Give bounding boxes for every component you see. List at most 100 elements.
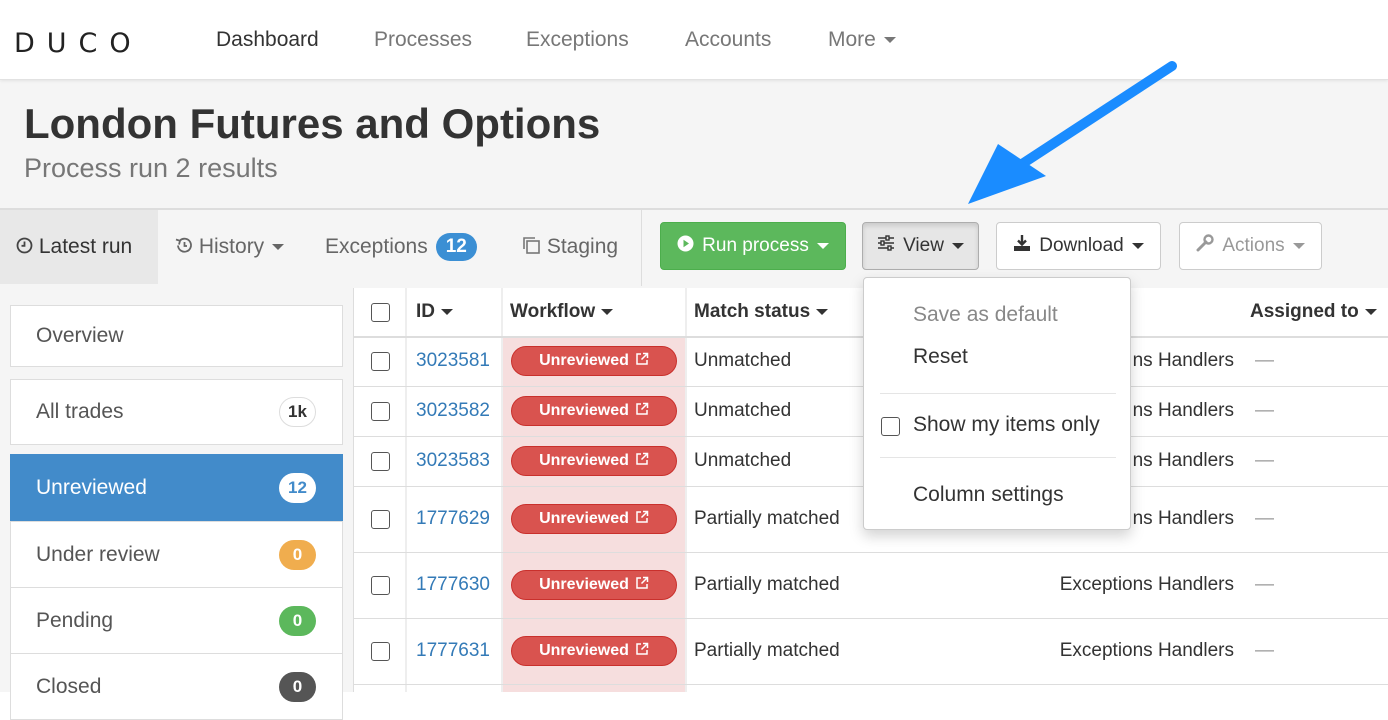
chevron-down-icon bbox=[1131, 243, 1144, 249]
sidebar-item-label: All trades bbox=[36, 400, 124, 423]
nav-accounts[interactable]: Accounts bbox=[685, 28, 771, 52]
sidebar: Overview All trades 1k Unreviewed 12 Und… bbox=[0, 288, 353, 720]
sidebar-item-label: Unreviewed bbox=[36, 476, 147, 499]
assigned-to-value: — bbox=[1255, 400, 1274, 421]
workflow-badge[interactable]: Unreviewed bbox=[511, 504, 677, 534]
row-checkbox[interactable] bbox=[371, 402, 390, 421]
sidebar-item-overview[interactable]: Overview bbox=[10, 305, 343, 367]
assigned-to-value: — bbox=[1255, 450, 1274, 471]
annotation-arrow-icon bbox=[968, 61, 1177, 204]
run-process-label: Run process bbox=[702, 235, 809, 256]
clock-icon bbox=[16, 235, 39, 258]
nav-more[interactable]: More bbox=[828, 28, 896, 52]
nav-exceptions[interactable]: Exceptions bbox=[526, 28, 629, 52]
tab-latest-run[interactable]: Latest run bbox=[0, 210, 158, 284]
column-header-id[interactable]: ID bbox=[416, 288, 453, 336]
row-id-link[interactable]: 3023583 bbox=[416, 450, 490, 472]
menu-item-show-my-items-only[interactable]: Show my items only bbox=[913, 413, 1100, 437]
assigned-team: ns Handlers bbox=[1132, 508, 1234, 529]
count-badge: 1k bbox=[279, 397, 316, 427]
workflow-badge-label: Unreviewed bbox=[539, 402, 629, 419]
actions-button[interactable]: Actions bbox=[1179, 222, 1322, 270]
count-badge: 12 bbox=[279, 473, 316, 503]
sidebar-item-pending[interactable]: Pending 0 bbox=[10, 587, 343, 654]
column-header-match-status[interactable]: Match status bbox=[694, 288, 829, 336]
row-checkbox[interactable] bbox=[371, 510, 390, 529]
match-status: Unmatched bbox=[694, 450, 792, 471]
column-header-label: ID bbox=[416, 301, 435, 322]
duco-logo[interactable]: DUCO bbox=[14, 28, 143, 59]
external-link-icon bbox=[635, 352, 649, 371]
count-badge: 0 bbox=[279, 671, 316, 702]
external-link-icon bbox=[635, 452, 649, 471]
tab-staging-label: Staging bbox=[546, 235, 619, 258]
match-status: Partially matched bbox=[694, 574, 840, 595]
sidebar-item-under-review[interactable]: Under review 0 bbox=[10, 521, 343, 588]
column-header-workflow[interactable]: Workflow bbox=[510, 288, 614, 336]
copy-icon bbox=[521, 235, 547, 258]
workflow-badge[interactable]: Unreviewed bbox=[511, 346, 677, 376]
menu-item-column-settings[interactable]: Column settings bbox=[913, 483, 1064, 507]
row-id-link[interactable]: 3023581 bbox=[416, 350, 490, 372]
sidebar-item-closed[interactable]: Closed 0 bbox=[10, 653, 343, 720]
menu-item-save-as-default[interactable]: Save as default bbox=[913, 303, 1058, 327]
assigned-team: ns Handlers bbox=[1132, 450, 1234, 471]
workflow-badge[interactable]: Unreviewed bbox=[511, 446, 677, 476]
page-title: London Futures and Options bbox=[24, 100, 601, 147]
nav-more-label: More bbox=[828, 28, 876, 51]
assigned-to-value: — bbox=[1255, 350, 1274, 371]
tab-exceptions[interactable]: Exceptions 12 bbox=[311, 210, 491, 284]
workflow-badge[interactable]: Unreviewed bbox=[511, 396, 677, 426]
row-id-link[interactable]: 1777631 bbox=[416, 640, 490, 662]
actions-label: Actions bbox=[1222, 235, 1285, 256]
select-all-checkbox[interactable] bbox=[371, 303, 390, 322]
chevron-down-icon bbox=[1292, 243, 1305, 249]
count-badge: 0 bbox=[279, 605, 316, 636]
nav-dashboard[interactable]: Dashboard bbox=[216, 28, 319, 52]
assigned-team: Exceptions Handlers bbox=[1059, 574, 1234, 595]
run-process-button[interactable]: Run process bbox=[660, 222, 846, 270]
column-header-label: Match status bbox=[694, 301, 811, 322]
chevron-down-icon bbox=[601, 308, 614, 315]
play-icon bbox=[677, 235, 694, 258]
sidebar-item-all-trades[interactable]: All trades 1k bbox=[10, 379, 343, 445]
view-button[interactable]: View bbox=[862, 222, 979, 270]
page-subtitle: Process run 2 results bbox=[24, 153, 278, 183]
show-mine-checkbox[interactable] bbox=[881, 417, 900, 436]
view-dropdown-menu: Save as default Reset Show my items only… bbox=[863, 277, 1131, 530]
row-id-link[interactable]: 1777629 bbox=[416, 508, 490, 530]
sidebar-item-unreviewed[interactable]: Unreviewed 12 bbox=[10, 454, 343, 522]
sliders-icon bbox=[877, 235, 895, 257]
external-link-icon bbox=[635, 510, 649, 529]
chevron-down-icon bbox=[441, 308, 453, 315]
tab-history[interactable]: History bbox=[160, 210, 298, 284]
history-icon bbox=[174, 235, 199, 258]
match-status: Partially matched bbox=[694, 640, 840, 661]
download-label: Download bbox=[1039, 235, 1124, 256]
nav-processes[interactable]: Processes bbox=[374, 28, 472, 52]
row-divider bbox=[354, 684, 1388, 685]
menu-item-reset[interactable]: Reset bbox=[913, 345, 968, 369]
chevron-down-icon bbox=[272, 244, 285, 251]
match-status: Unmatched bbox=[694, 350, 792, 371]
assigned-to-value: — bbox=[1255, 640, 1274, 661]
column-header-assigned-to[interactable]: Assigned to bbox=[1250, 288, 1377, 336]
download-icon bbox=[1013, 234, 1031, 258]
workflow-badge-label: Unreviewed bbox=[539, 510, 629, 527]
workflow-badge[interactable]: Unreviewed bbox=[511, 570, 677, 600]
menu-divider bbox=[880, 457, 1116, 458]
row-checkbox[interactable] bbox=[371, 642, 390, 661]
row-id-link[interactable]: 3023582 bbox=[416, 400, 490, 422]
sidebar-item-label: Under review bbox=[36, 542, 160, 566]
column-header-label: Workflow bbox=[510, 301, 596, 322]
workflow-badge-label: Unreviewed bbox=[539, 642, 629, 659]
row-checkbox[interactable] bbox=[371, 352, 390, 371]
download-button[interactable]: Download bbox=[996, 222, 1161, 270]
workflow-badge[interactable]: Unreviewed bbox=[511, 636, 677, 666]
row-checkbox[interactable] bbox=[371, 576, 390, 595]
tab-staging[interactable]: Staging bbox=[507, 210, 632, 284]
row-divider bbox=[354, 552, 1388, 553]
row-id-link[interactable]: 1777630 bbox=[416, 574, 490, 596]
row-checkbox[interactable] bbox=[371, 452, 390, 471]
assigned-team: Exceptions Handlers bbox=[1059, 640, 1234, 661]
